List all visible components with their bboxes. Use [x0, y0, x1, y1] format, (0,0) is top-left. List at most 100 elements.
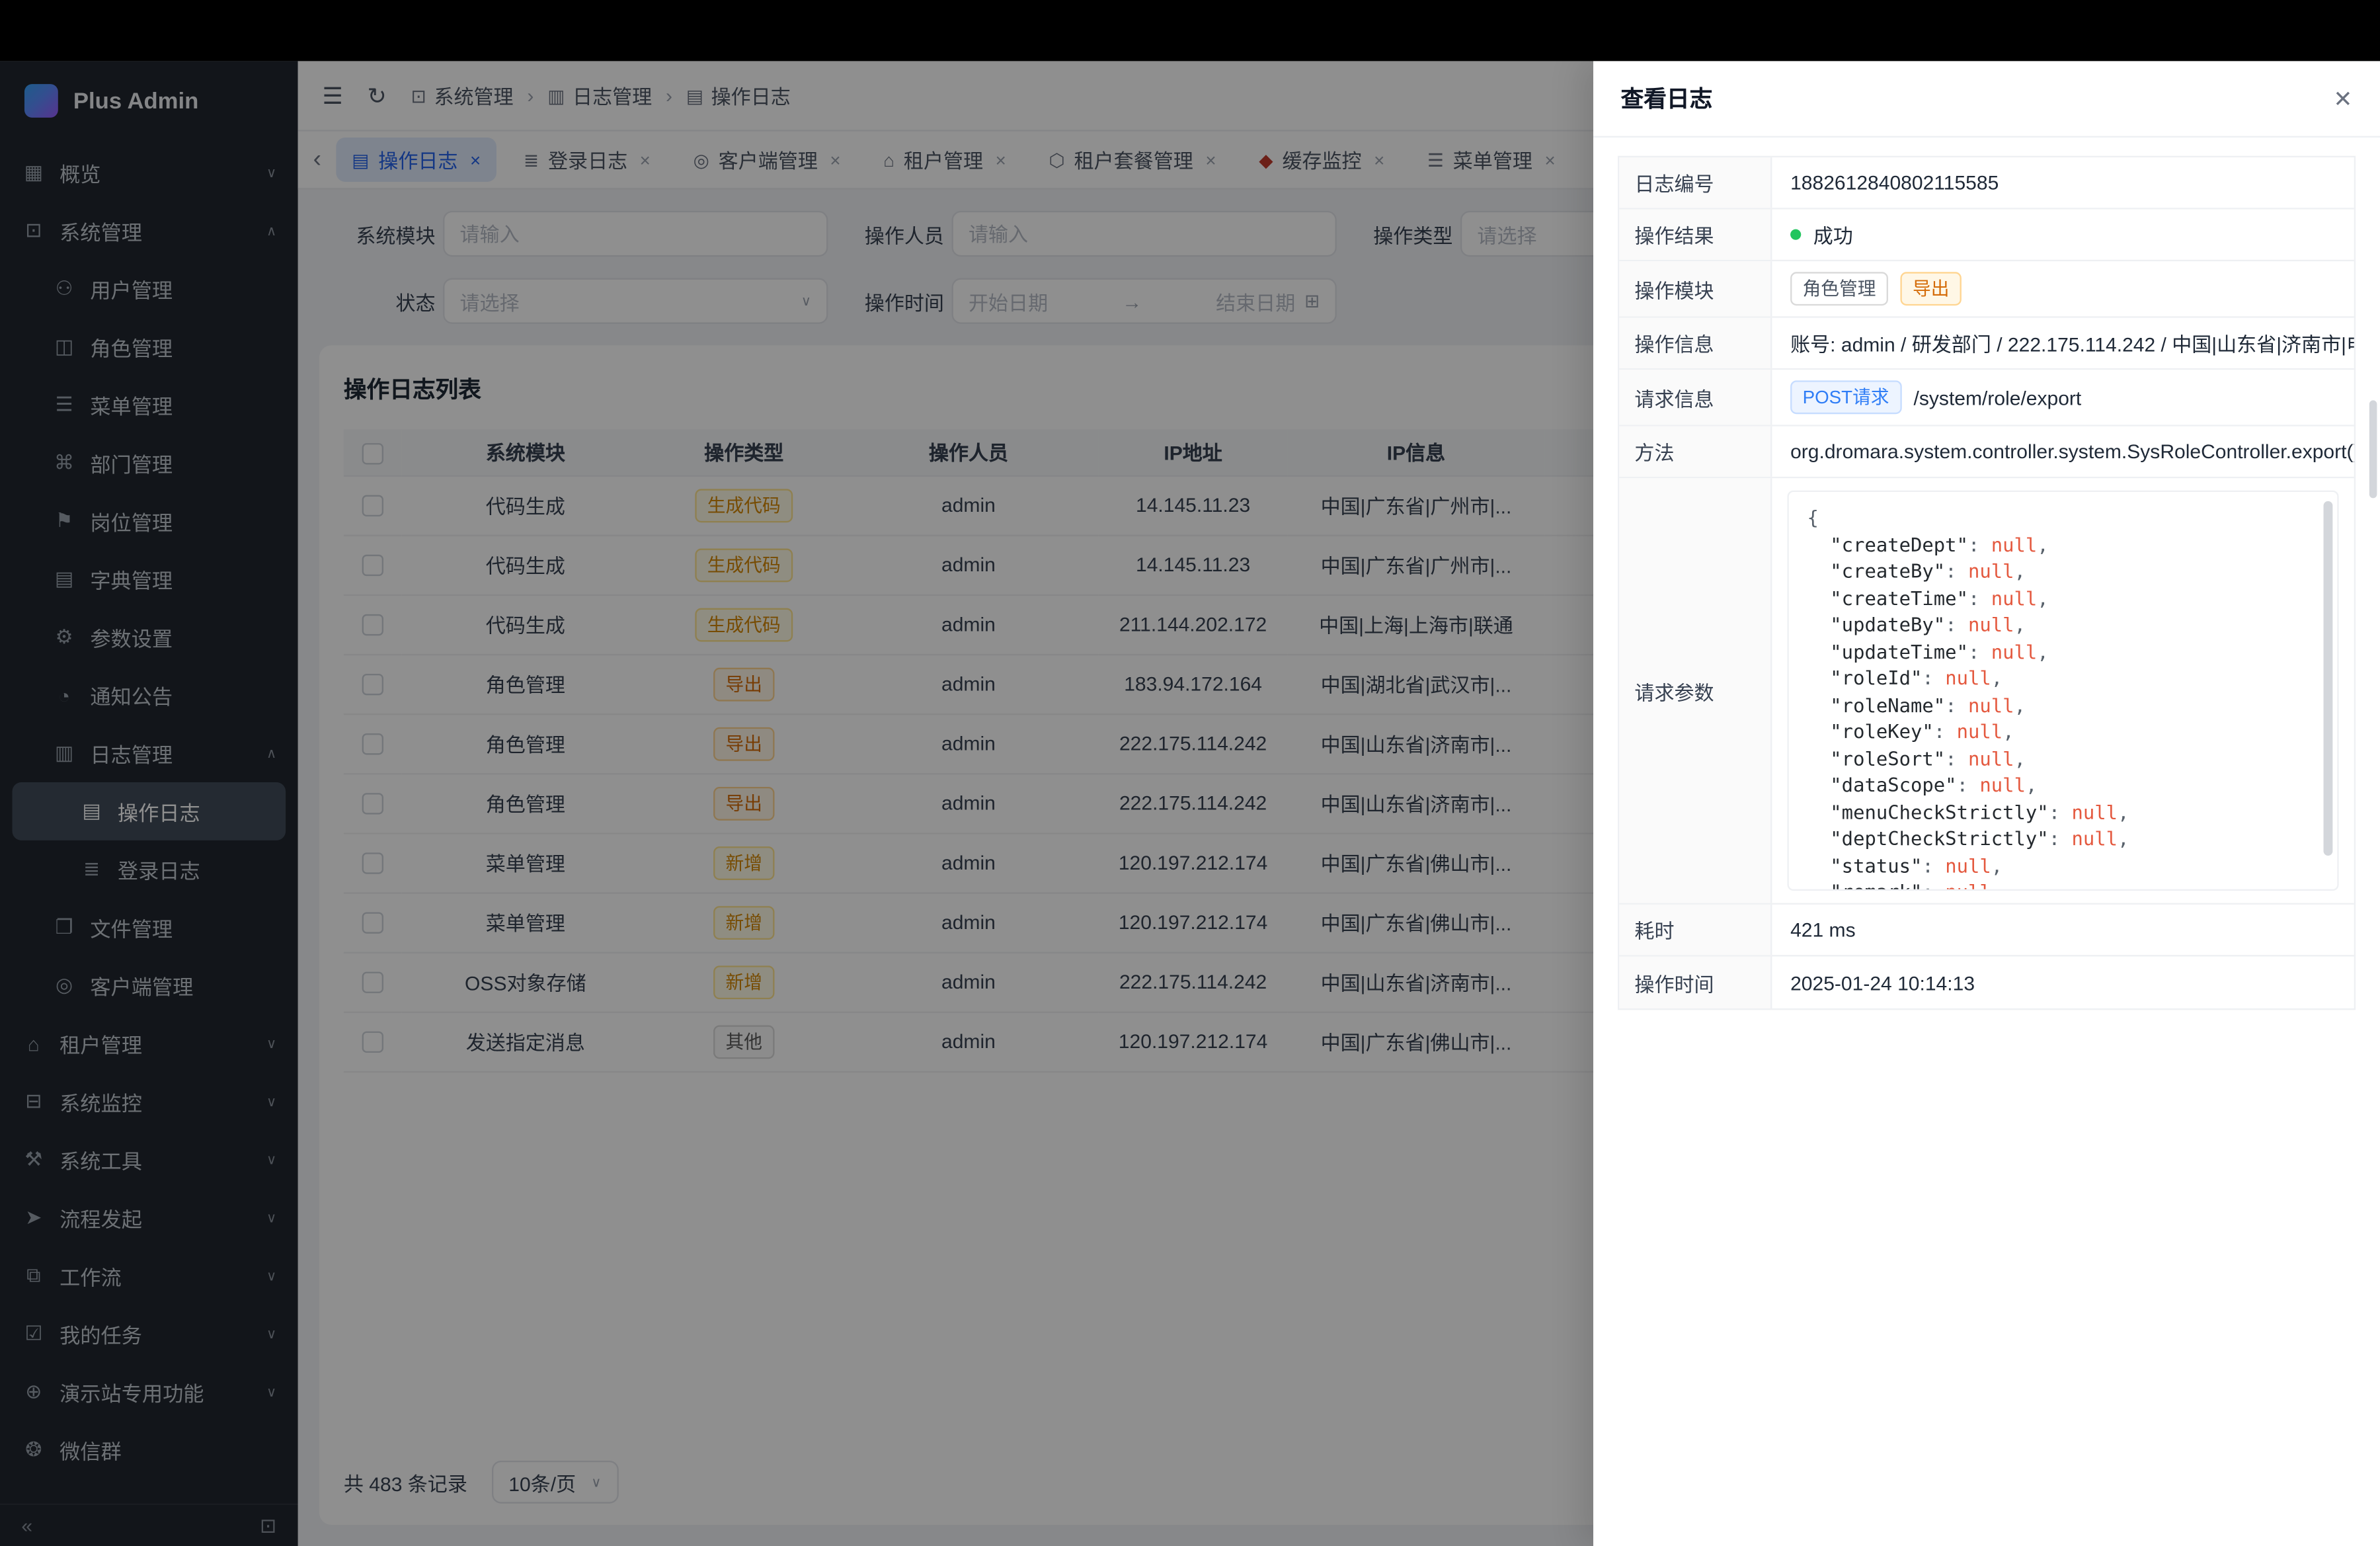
- field-text: 1882612840802115585: [1790, 171, 1999, 194]
- request-method-tag: POST请求: [1790, 380, 1901, 414]
- json-value: null: [1968, 747, 2014, 770]
- json-line: "updateTime": null,: [1807, 638, 2319, 665]
- json-colon: :: [1922, 666, 1945, 689]
- drawer-title: 查看日志: [1621, 83, 1713, 115]
- json-colon: :: [1957, 773, 1980, 796]
- code-scrollbar[interactable]: [2324, 501, 2333, 856]
- drawer-scrollbar[interactable]: [2369, 400, 2377, 498]
- json-colon: :: [1922, 880, 1945, 891]
- drawer-field: 请求信息POST请求/system/role/export: [1619, 370, 2354, 426]
- drawer-field: 操作信息账号: admin / 研发部门 / 222.175.114.242 /…: [1619, 318, 2354, 370]
- json-line: "roleKey": null,: [1807, 718, 2319, 745]
- drawer-field: 操作时间 2025-01-24 10:14:13: [1619, 956, 2354, 1008]
- json-value: null: [1945, 880, 1991, 891]
- module-tag: 导出: [1900, 272, 1961, 305]
- json-value: null: [1991, 586, 2038, 609]
- json-comma: ,: [2037, 532, 2048, 555]
- json-key: "updateBy": [1807, 613, 1946, 636]
- field-value: POST请求/system/role/export: [1772, 370, 2354, 425]
- json-comma: ,: [2014, 747, 2026, 770]
- json-line: "remark": null,: [1807, 879, 2319, 891]
- json-comma: ,: [1991, 854, 2003, 877]
- json-comma: ,: [2014, 559, 2026, 583]
- json-key: "updateTime": [1807, 639, 1968, 663]
- field-label: 请求信息: [1619, 370, 1772, 425]
- field-value: 421 ms: [1772, 905, 2354, 955]
- json-comma: ,: [2037, 586, 2048, 609]
- json-comma: ,: [2014, 613, 2026, 636]
- json-colon: :: [1945, 613, 1968, 636]
- json-value: null: [1957, 719, 2003, 743]
- json-key: "remark": [1807, 880, 1923, 891]
- json-key: "createTime": [1807, 586, 1968, 609]
- json-key: "roleSort": [1807, 747, 1946, 770]
- json-line: "dataScope": null,: [1807, 772, 2319, 798]
- field-value: 账号: admin / 研发部门 / 222.175.114.242 / 中国|…: [1772, 318, 2354, 368]
- json-colon: :: [2049, 800, 2072, 823]
- drawer-field: 日志编号1882612840802115585: [1619, 157, 2354, 210]
- json-key: "roleId": [1807, 666, 1923, 689]
- json-value: null: [1945, 854, 1991, 877]
- field-label: 方法: [1619, 427, 1772, 477]
- drawer-field: 方法 org.dromara.system.controller.system.S…: [1619, 427, 2354, 479]
- json-lines: { "createDept": null, "createBy": null, …: [1807, 505, 2319, 891]
- drawer-field: 请求参数{ "createDept": null, "createBy": nu…: [1619, 478, 2354, 905]
- field-text: 2025-01-24 10:14:13: [1790, 971, 1975, 994]
- status-text: 成功: [1813, 220, 1853, 249]
- json-line: "menuCheckStrictly": null,: [1807, 798, 2319, 825]
- json-key: "deptCheckStrictly": [1807, 827, 2049, 850]
- field-label: 操作模块: [1619, 261, 1772, 316]
- field-value: { "createDept": null, "createBy": null, …: [1772, 478, 2354, 903]
- json-line: {: [1807, 505, 2319, 531]
- json-value: null: [1979, 773, 2026, 796]
- json-key: "dataScope": [1807, 773, 1957, 796]
- json-colon: :: [1945, 559, 1968, 583]
- json-colon: :: [1968, 532, 1991, 555]
- json-value: null: [1991, 639, 2038, 663]
- json-comma: ,: [2037, 639, 2048, 663]
- json-comma: ,: [2118, 827, 2129, 850]
- json-key: "createBy": [1807, 559, 1946, 583]
- view-log-drawer: 查看日志 ✕ 日志编号1882612840802115585操作结果 成功操作模块…: [1593, 61, 2380, 1546]
- request-params-code: { "createDept": null, "createBy": null, …: [1787, 491, 2338, 891]
- json-colon: :: [1945, 693, 1968, 716]
- field-label: 操作结果: [1619, 210, 1772, 260]
- json-line: "roleName": null,: [1807, 692, 2319, 718]
- json-key: "menuCheckStrictly": [1807, 800, 2049, 823]
- json-line: "createTime": null,: [1807, 585, 2319, 611]
- field-text: org.dromara.system.controller.system.Sys…: [1790, 440, 2354, 463]
- json-key: "roleKey": [1807, 719, 1934, 743]
- json-colon: :: [1934, 719, 1957, 743]
- json-value: null: [1991, 532, 2038, 555]
- drawer-body: 日志编号1882612840802115585操作结果成功操作模块角色管理导出操…: [1593, 138, 2380, 1546]
- json-value: null: [2072, 800, 2118, 823]
- json-brace: {: [1807, 506, 1819, 529]
- page: Plus Admin ▦概览∨⊡系统管理∧⚇用户管理◫角色管理☰菜单管理⌘部门管…: [0, 0, 2380, 1546]
- field-label: 操作时间: [1619, 956, 1772, 1008]
- field-value: 2025-01-24 10:14:13: [1772, 956, 2354, 1008]
- json-comma: ,: [2118, 800, 2129, 823]
- json-colon: :: [1922, 854, 1945, 877]
- json-line: "createDept": null,: [1807, 531, 2319, 557]
- json-value: null: [1968, 693, 2014, 716]
- json-value: null: [1968, 613, 2014, 636]
- drawer-header: 查看日志 ✕: [1593, 61, 2380, 138]
- json-colon: :: [1968, 586, 1991, 609]
- json-value: null: [1945, 666, 1991, 689]
- json-comma: ,: [2026, 773, 2037, 796]
- field-label: 操作信息: [1619, 318, 1772, 368]
- field-value: org.dromara.system.controller.system.Sys…: [1772, 427, 2354, 477]
- json-line: "deptCheckStrictly": null,: [1807, 825, 2319, 852]
- request-url: /system/role/export: [1914, 386, 2082, 409]
- field-text: 账号: admin / 研发部门 / 222.175.114.242 / 中国|…: [1790, 329, 2354, 358]
- field-value: 1882612840802115585: [1772, 157, 2354, 208]
- field-value: 角色管理导出: [1772, 261, 2354, 316]
- json-key: "createDept": [1807, 532, 1968, 555]
- close-icon[interactable]: ✕: [2333, 85, 2352, 112]
- field-value: 成功: [1772, 210, 2354, 260]
- json-comma: ,: [1991, 880, 2003, 891]
- json-colon: :: [1968, 639, 1991, 663]
- json-line: "roleSort": null,: [1807, 745, 2319, 771]
- json-line: "updateBy": null,: [1807, 611, 2319, 637]
- json-comma: ,: [2003, 719, 2014, 743]
